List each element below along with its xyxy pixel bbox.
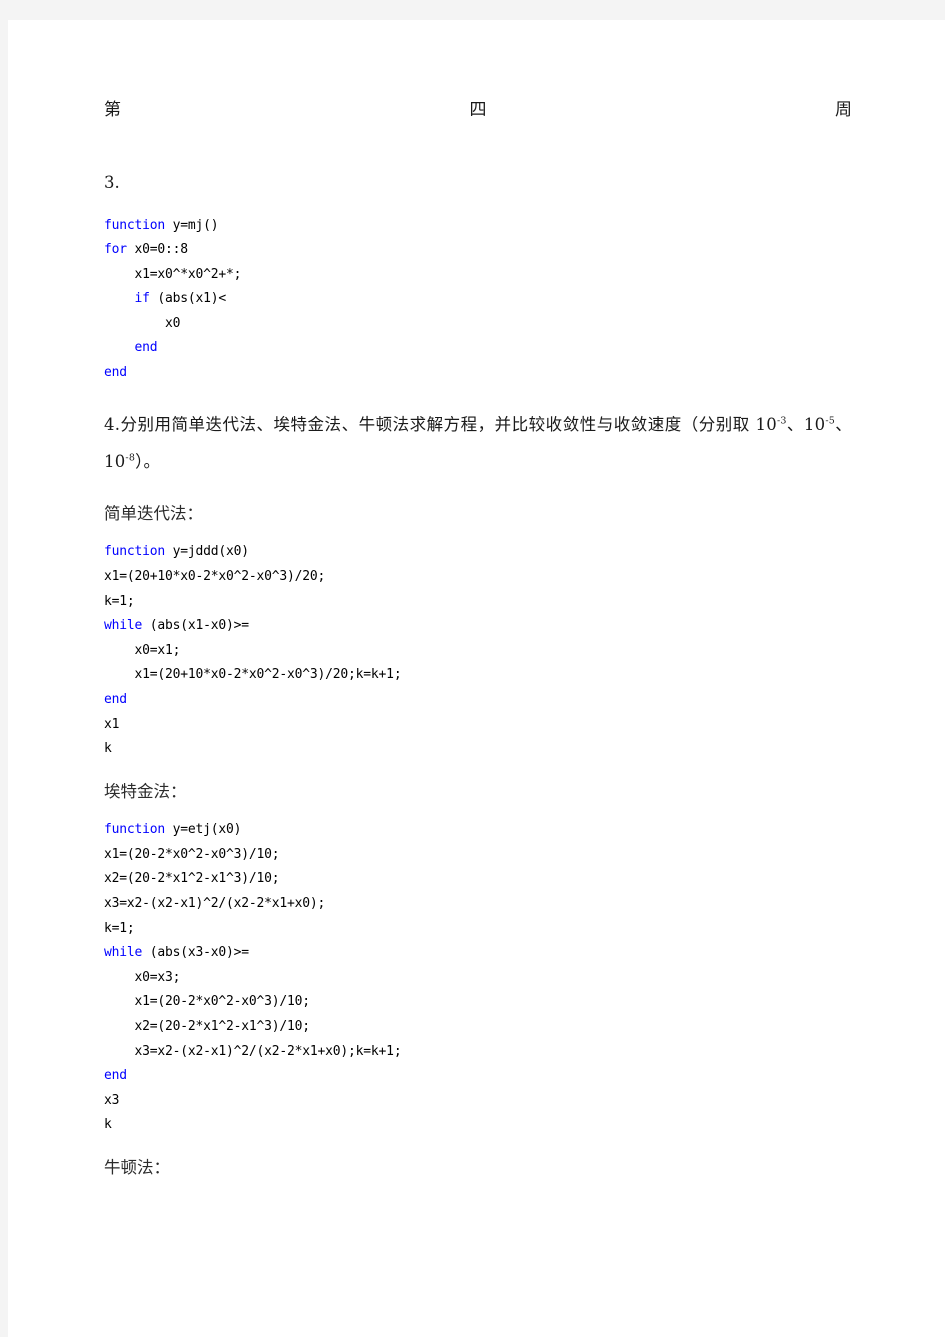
heading-newton: 牛顿法： <box>104 1157 170 1177</box>
code-line: if (abs(x1)< <box>104 287 852 312</box>
code-text: x1=(20-2*x0^2-x0^3)/10; <box>104 846 280 862</box>
code-line: end <box>104 1064 852 1089</box>
code-text: x2=(20-2*x1^2-x1^3)/10; <box>104 1019 311 1034</box>
code-text: x0=x3; <box>104 969 181 985</box>
code-line: x1=(20-2*x0^2-x0^3)/10; <box>104 990 852 1015</box>
code-line: for x0=0::8 <box>104 238 852 263</box>
document-content: 第 四 周 3. function y=mj() for x0=0::8 x1=x… <box>104 102 852 1176</box>
code-keyword: end <box>104 1068 127 1084</box>
code-text: x3=x2-(x2-x1)^2/(x2-2*x1+x0);k=k+1; <box>104 1043 402 1059</box>
code-text: y=jddd(x0) <box>165 544 249 560</box>
code-line: while (abs(x3-x0)>= <box>104 941 852 966</box>
exponent-3: -8 <box>125 452 136 464</box>
code-text: k <box>104 741 112 757</box>
code-text: x3=x2-(x2-x1)^2/(x2-2*x1+x0); <box>104 896 326 912</box>
code-line: function y=mj() <box>104 214 852 239</box>
code-block-mj: function y=mj() for x0=0::8 x1=x0^*x0^2+*… <box>104 214 852 386</box>
code-text: (abs(x1-x0)>= <box>142 618 249 634</box>
header-right-text: 周 <box>835 100 852 120</box>
code-line: x3=x2-(x2-x1)^2/(x2-2*x1+x0);k=k+1; <box>104 1040 852 1065</box>
code-line: x1=(20+10*x0-2*x0^2-x0^3)/20; <box>104 565 852 590</box>
code-text: x0=0::8 <box>126 242 189 258</box>
code-line: x2=(20-2*x1^2-x1^3)/10; <box>104 1015 852 1040</box>
exponent-2: -5 <box>825 415 835 427</box>
code-line: function y=jddd(x0) <box>104 540 852 565</box>
code-line: while (abs(x1-x0)>= <box>104 614 852 639</box>
code-line: k <box>104 1113 852 1138</box>
code-text: x1=x0^*x0^2+*; <box>104 266 242 282</box>
code-text: k <box>104 1117 112 1133</box>
code-block-jddd: function y=jddd(x0) x1=(20+10*x0-2*x0^2-x… <box>104 540 852 761</box>
code-keyword: if <box>134 291 150 307</box>
code-text: y=mj() <box>165 217 219 233</box>
code-line: x3=x2-(x2-x1)^2/(x2-2*x1+x0); <box>104 892 852 917</box>
item-4-text-tail: ）。 <box>135 451 161 471</box>
code-line: x1=x0^*x0^2+*; <box>104 263 852 288</box>
code-line: x1 <box>104 713 852 738</box>
code-keyword: end <box>104 691 127 707</box>
code-text: y=etj(x0) <box>165 822 242 838</box>
code-line: k=1; <box>104 590 852 615</box>
code-keyword: while <box>104 618 143 634</box>
header-left-text: 第 <box>104 100 121 120</box>
code-text: x1=(20+10*x0-2*x0^2-x0^3)/20;k=k+1; <box>104 667 402 683</box>
code-line: x0=x1; <box>104 639 852 664</box>
code-line: x1=(20+10*x0-2*x0^2-x0^3)/20;k=k+1; <box>104 663 852 688</box>
header-center-text: 四 <box>469 100 487 120</box>
code-line: x0=x3; <box>104 966 852 991</box>
document-page: 第 四 周 3. function y=mj() for x0=0::8 x1=x… <box>8 20 945 1337</box>
code-line: x1=(20-2*x0^2-x0^3)/10; <box>104 843 852 868</box>
code-block-etj: function y=etj(x0) x1=(20-2*x0^2-x0^3)/10… <box>104 818 852 1138</box>
code-keyword: while <box>104 945 143 961</box>
item-4-paragraph: 4.分别用简单迭代法、埃特金法、牛顿法求解方程，并比较收敛性与收敛速度（分别取 … <box>104 406 852 480</box>
code-line: k=1; <box>104 917 852 942</box>
code-line: x2=(20-2*x1^2-x1^3)/10; <box>104 867 852 892</box>
exponent-1: -3 <box>776 415 787 427</box>
heading-aitken: 埃特金法： <box>104 781 187 801</box>
code-text: x0=x1; <box>104 642 181 658</box>
running-header: 第 四 周 <box>104 102 852 119</box>
code-text: (abs(x3-x0)>= <box>142 945 249 961</box>
code-keyword: function <box>104 544 166 560</box>
code-keyword: for <box>104 242 127 258</box>
code-text: k=1; <box>104 920 135 936</box>
code-line: x3 <box>104 1089 852 1114</box>
code-keyword: function <box>104 217 166 233</box>
item-3-number: 3. <box>104 173 120 192</box>
code-line: x0 <box>104 312 852 337</box>
code-line: end <box>104 361 852 386</box>
code-text: x1=(20+10*x0-2*x0^2-x0^3)/20; <box>104 569 326 584</box>
code-text: (abs(x1)< <box>149 291 227 307</box>
code-keyword: function <box>104 822 166 838</box>
code-line: k <box>104 737 852 762</box>
code-keyword: end <box>134 340 158 356</box>
code-line: end <box>104 336 852 361</box>
code-text: x2=(20-2*x1^2-x1^3)/10; <box>104 871 280 887</box>
code-keyword: end <box>104 365 127 381</box>
code-text: k=1; <box>104 593 135 609</box>
code-text: x1=(20-2*x0^2-x0^3)/10; <box>104 994 311 1010</box>
code-text: x3 <box>104 1092 120 1108</box>
code-text: x0 <box>104 315 181 331</box>
code-line: function y=etj(x0) <box>104 818 852 843</box>
item-4-text-mid-1: 、10 <box>786 414 826 434</box>
item-4-text-lead: 4.分别用简单迭代法、埃特金法、牛顿法求解方程，并比较收敛性与收敛速度（分别取 … <box>104 414 777 434</box>
heading-simple-iteration: 简单迭代法： <box>104 503 203 523</box>
code-text: x1 <box>104 716 120 732</box>
code-line: end <box>104 688 852 713</box>
